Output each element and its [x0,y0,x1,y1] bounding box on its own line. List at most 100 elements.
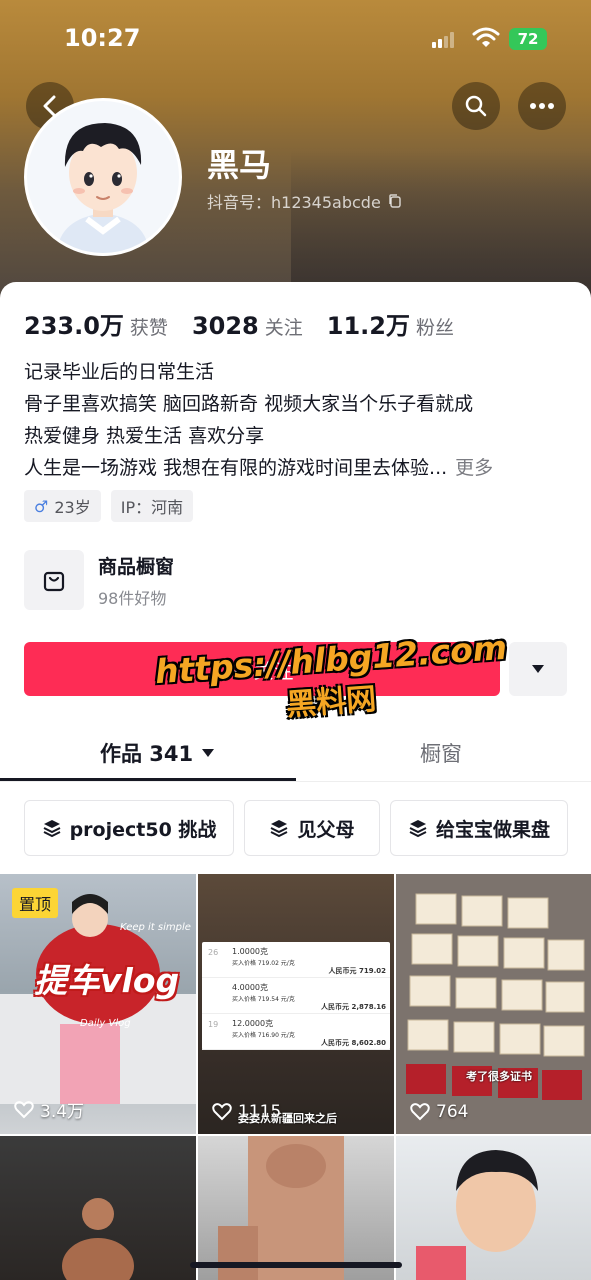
receipt-amount: 1.0000克 [232,947,268,956]
wifi-icon [472,27,500,47]
collection-label: 见父母 [297,818,355,841]
bio-more-link[interactable]: 更多 [455,457,493,479]
collection-chip[interactable]: project50 挑战 [24,800,234,856]
tab-works-label: 作品 341 [100,742,194,766]
receipt-date: 26 [208,948,219,957]
battery-icon: 72 [509,28,547,50]
age-text: 23岁 [54,498,91,517]
douyin-id-text: 抖音号：h12345abcde [207,193,381,212]
tab-shop-window[interactable]: 橱窗 [420,738,462,768]
triangle-down-icon [532,665,544,673]
stat-following[interactable]: 3028 关注 [192,312,303,340]
heart-icon [410,1103,430,1121]
home-indicator [190,1262,402,1268]
profile-tags: ♂ 23岁 IP：河南 [24,490,194,522]
more-button[interactable] [518,82,566,130]
receipt-total: 人民币元 2,878.16 [321,1003,386,1011]
video-likes: 3.4万 [14,1097,84,1122]
triangle-down-icon [202,749,215,757]
tab-works[interactable]: 作品 341 [100,738,215,768]
collection-label: project50 挑战 [69,818,217,841]
thumbnail-image [396,874,591,1134]
receipt-amount: 4.0000克 [232,983,268,992]
video-thumbnail[interactable] [198,1136,394,1280]
bio-line: 热爱健身 热爱生活 喜欢分享 [24,425,265,447]
tab-divider [0,781,591,782]
bio-line: 骨子里喜欢搞笑 脑回路新奇 视频大家当个乐子看就成 [24,393,474,415]
male-icon: ♂ [34,496,49,516]
shop-window-entry[interactable]: 商品橱窗 98件好物 [24,550,174,610]
likes-count: 1115 [238,1102,282,1122]
receipt-image: 26 1.0000克 买入价格 719.02 元/克 人民币元 719.02 4… [202,942,390,1050]
stat-value: 3028 [191,312,259,340]
receipt-row: 19 12.0000克 买入价格 716.90 元/克 人民币元 8,602.8… [202,1014,390,1050]
layers-icon [409,820,427,838]
layers-icon [271,820,288,838]
search-button[interactable] [452,82,500,130]
bio-line-last: 人生是一场游戏 我想在有限的游戏时间里去体验... 更多 [24,452,564,484]
stat-label: 获赞 [129,317,168,339]
recommend-dropdown-button[interactable] [509,642,567,696]
stats-row: 233.0万 获赞 3028 关注 11.2万 粉丝 [24,306,454,341]
ip-tag: IP：河南 [110,490,194,522]
status-time: 10:27 [64,24,141,52]
video-likes: 1115 [212,1102,281,1122]
bio: 记录毕业后的日常生活 骨子里喜欢搞笑 脑回路新奇 视频大家当个乐子看就成 热爱健… [24,356,564,484]
receipt-date: 19 [208,1020,219,1029]
collections-row: project50 挑战 见父母 给宝宝做果盘 [24,800,568,856]
copy-icon[interactable] [387,193,403,209]
stat-value: 233.0万 [24,312,124,340]
layers-icon [43,820,61,838]
video-thumbnail[interactable]: 26 1.0000克 买入价格 719.02 元/克 人民币元 719.02 4… [198,874,394,1134]
thumb-caption: 考了很多证书 [466,1070,532,1083]
cover-cityscape [291,150,591,300]
follow-button[interactable]: + 关注 [24,642,500,696]
video-grid: 置顶 Keep it simple 提车vlog Daily Vlog 3.4万… [0,874,591,1280]
thumbnail-image [62,1198,134,1280]
receipt-row: 26 1.0000克 买入价格 719.02 元/克 人民币元 719.02 [202,942,390,978]
receipt-price: 买入价格 719.54 元/克 [232,996,295,1003]
thumb-title: 提车vlog [34,961,180,1000]
video-thumbnail[interactable] [396,1136,591,1280]
collection-label: 给宝宝做果盘 [435,818,550,841]
bio-line: 记录毕业后的日常生活 [24,361,215,383]
avatar-cartoon-boy [27,101,179,253]
shop-subtitle: 98件好物 [98,588,167,608]
receipt-price: 买入价格 719.02 元/克 [232,960,295,967]
more-dots-icon [530,103,554,109]
likes-count: 3.4万 [40,1102,85,1122]
receipt-total: 人民币元 8,602.80 [321,1039,386,1047]
stat-value: 11.2万 [326,312,410,340]
stat-label: 粉丝 [415,317,454,339]
douyin-id[interactable]: 抖音号：h12345abcde [207,189,403,213]
ip-text: IP：河南 [120,498,184,517]
pinned-badge: 置顶 [12,888,59,918]
video-thumbnail[interactable]: 置顶 Keep it simple 提车vlog Daily Vlog 3.4万 [0,874,196,1134]
thumb-caption-small: Keep it simple [120,922,191,933]
video-thumbnail[interactable]: 考了很多证书 764 [396,874,591,1134]
stat-label: 关注 [264,317,303,339]
age-tag: ♂ 23岁 [24,490,101,522]
video-likes: 764 [410,1102,468,1122]
shop-title: 商品橱窗 [98,555,175,578]
thumbnail-image [218,1136,344,1280]
likes-count: 764 [436,1102,469,1122]
avatar[interactable] [24,98,182,256]
receipt-price: 买入价格 716.90 元/克 [232,1032,295,1039]
receipt-amount: 12.0000克 [232,1019,274,1028]
heart-icon [14,1100,34,1118]
stat-likes[interactable]: 233.0万 获赞 [24,306,168,341]
nickname: 黑马 [207,146,272,184]
status-bar: 10:27 72 [0,0,591,80]
heart-icon [212,1103,232,1121]
content-tabs: 作品 341 橱窗 [0,726,591,782]
thumbnail-image [416,1150,538,1280]
stat-followers[interactable]: 11.2万 粉丝 [327,306,454,341]
collection-chip[interactable]: 见父母 [244,800,380,856]
collection-chip[interactable]: 给宝宝做果盘 [390,800,568,856]
receipt-row: 4.0000克 买入价格 719.54 元/克 人民币元 2,878.16 [202,978,390,1014]
video-thumbnail[interactable] [0,1136,196,1280]
shopping-bag-icon [24,550,84,610]
bio-line: 人生是一场游戏 我想在有限的游戏时间里去体验... [24,457,448,479]
thumb-caption-small: Daily Vlog [80,1018,131,1029]
